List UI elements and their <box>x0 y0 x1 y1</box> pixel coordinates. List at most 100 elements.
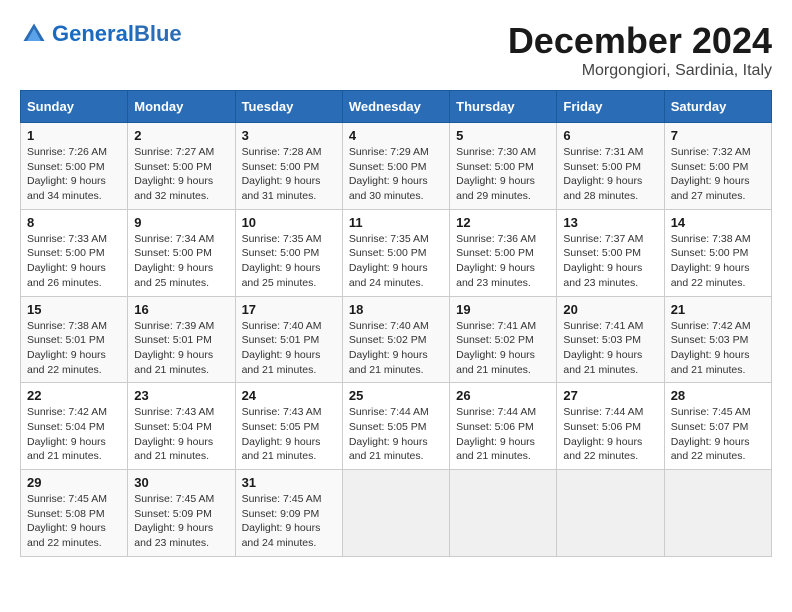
day-number: 3 <box>242 128 336 143</box>
page-header: GeneralBlue December 2024 Morgongiori, S… <box>20 20 772 80</box>
day-number: 30 <box>134 475 228 490</box>
day-number: 27 <box>563 388 657 403</box>
calendar-cell: 14Sunrise: 7:38 AMSunset: 5:00 PMDayligh… <box>664 209 771 296</box>
calendar-cell <box>450 470 557 557</box>
day-detail: Sunrise: 7:34 AMSunset: 5:00 PMDaylight:… <box>134 232 228 291</box>
day-detail: Sunrise: 7:32 AMSunset: 5:00 PMDaylight:… <box>671 145 765 204</box>
day-number: 14 <box>671 215 765 230</box>
calendar-cell: 8 Sunrise: 7:33 AMSunset: 5:00 PMDaylight… <box>21 209 128 296</box>
day-detail: Sunrise: 7:38 AMSunset: 5:01 PMDaylight:… <box>27 319 121 378</box>
day-number: 31 <box>242 475 336 490</box>
day-number: 16 <box>134 302 228 317</box>
logo-icon <box>20 20 48 48</box>
day-number: 15 <box>27 302 121 317</box>
calendar-cell: 3 Sunrise: 7:28 AMSunset: 5:00 PMDaylight… <box>235 123 342 210</box>
calendar-cell <box>342 470 449 557</box>
weekday-header: Tuesday <box>235 91 342 123</box>
day-number: 21 <box>671 302 765 317</box>
calendar-cell: 19 Sunrise: 7:41 AMSunset: 5:02 PMDayligh… <box>450 296 557 383</box>
calendar-week-row: 1Sunrise: 7:26 AMSunset: 5:00 PMDaylight… <box>21 123 772 210</box>
calendar-cell: 2 Sunrise: 7:27 AMSunset: 5:00 PMDaylight… <box>128 123 235 210</box>
calendar-cell: 21 Sunrise: 7:42 AMSunset: 5:03 PMDayligh… <box>664 296 771 383</box>
day-number: 20 <box>563 302 657 317</box>
calendar-header-row: SundayMondayTuesdayWednesdayThursdayFrid… <box>21 91 772 123</box>
day-detail: Sunrise: 7:30 AMSunset: 5:00 PMDaylight:… <box>456 145 550 204</box>
day-detail: Sunrise: 7:41 AMSunset: 5:02 PMDaylight:… <box>456 319 550 378</box>
day-number: 24 <box>242 388 336 403</box>
day-detail: Sunrise: 7:33 AMSunset: 5:00 PMDaylight:… <box>27 232 121 291</box>
day-detail: Sunrise: 7:42 AMSunset: 5:03 PMDaylight:… <box>671 319 765 378</box>
day-number: 17 <box>242 302 336 317</box>
day-detail: Sunrise: 7:31 AMSunset: 5:00 PMDaylight:… <box>563 145 657 204</box>
day-detail: Sunrise: 7:44 AMSunset: 5:06 PMDaylight:… <box>563 405 657 464</box>
day-detail: Sunrise: 7:29 AMSunset: 5:00 PMDaylight:… <box>349 145 443 204</box>
day-detail: Sunrise: 7:27 AMSunset: 5:00 PMDaylight:… <box>134 145 228 204</box>
calendar-cell: 29 Sunrise: 7:45 AMSunset: 5:08 PMDayligh… <box>21 470 128 557</box>
calendar-table: SundayMondayTuesdayWednesdayThursdayFrid… <box>20 90 772 557</box>
location-title: Morgongiori, Sardinia, Italy <box>508 62 772 80</box>
day-detail: Sunrise: 7:43 AMSunset: 5:05 PMDaylight:… <box>242 405 336 464</box>
calendar-cell: 18 Sunrise: 7:40 AMSunset: 5:02 PMDayligh… <box>342 296 449 383</box>
calendar-cell: 31 Sunrise: 7:45 AMSunset: 9:09 PMDayligh… <box>235 470 342 557</box>
day-detail: Sunrise: 7:40 AMSunset: 5:02 PMDaylight:… <box>349 319 443 378</box>
calendar-week-row: 15 Sunrise: 7:38 AMSunset: 5:01 PMDayligh… <box>21 296 772 383</box>
day-detail: Sunrise: 7:45 AMSunset: 5:07 PMDaylight:… <box>671 405 765 464</box>
month-title: December 2024 <box>508 20 772 62</box>
day-number: 12 <box>456 215 550 230</box>
calendar-cell: 16Sunrise: 7:39 AMSunset: 5:01 PMDayligh… <box>128 296 235 383</box>
day-number: 2 <box>134 128 228 143</box>
day-detail: Sunrise: 7:35 AMSunset: 5:00 PMDaylight:… <box>349 232 443 291</box>
day-detail: Sunrise: 7:45 AMSunset: 5:08 PMDaylight:… <box>27 492 121 551</box>
calendar-cell: 22 Sunrise: 7:42 AMSunset: 5:04 PMDayligh… <box>21 383 128 470</box>
day-number: 29 <box>27 475 121 490</box>
calendar-cell: 15 Sunrise: 7:38 AMSunset: 5:01 PMDayligh… <box>21 296 128 383</box>
calendar-cell: 9Sunrise: 7:34 AMSunset: 5:00 PMDaylight… <box>128 209 235 296</box>
day-number: 10 <box>242 215 336 230</box>
day-detail: Sunrise: 7:41 AMSunset: 5:03 PMDaylight:… <box>563 319 657 378</box>
calendar-cell: 13Sunrise: 7:37 AMSunset: 5:00 PMDayligh… <box>557 209 664 296</box>
day-detail: Sunrise: 7:43 AMSunset: 5:04 PMDaylight:… <box>134 405 228 464</box>
calendar-cell: 1Sunrise: 7:26 AMSunset: 5:00 PMDaylight… <box>21 123 128 210</box>
day-number: 6 <box>563 128 657 143</box>
weekday-header: Thursday <box>450 91 557 123</box>
day-detail: Sunrise: 7:45 AMSunset: 9:09 PMDaylight:… <box>242 492 336 551</box>
day-number: 4 <box>349 128 443 143</box>
calendar-cell: 17 Sunrise: 7:40 AMSunset: 5:01 PMDayligh… <box>235 296 342 383</box>
day-detail: Sunrise: 7:40 AMSunset: 5:01 PMDaylight:… <box>242 319 336 378</box>
day-detail: Sunrise: 7:37 AMSunset: 5:00 PMDaylight:… <box>563 232 657 291</box>
calendar-cell: 28Sunrise: 7:45 AMSunset: 5:07 PMDayligh… <box>664 383 771 470</box>
day-number: 22 <box>27 388 121 403</box>
day-detail: Sunrise: 7:35 AMSunset: 5:00 PMDaylight:… <box>242 232 336 291</box>
calendar-week-row: 22 Sunrise: 7:42 AMSunset: 5:04 PMDayligh… <box>21 383 772 470</box>
day-number: 19 <box>456 302 550 317</box>
day-number: 5 <box>456 128 550 143</box>
day-number: 25 <box>349 388 443 403</box>
calendar-cell: 5 Sunrise: 7:30 AMSunset: 5:00 PMDaylight… <box>450 123 557 210</box>
day-number: 18 <box>349 302 443 317</box>
day-detail: Sunrise: 7:45 AMSunset: 5:09 PMDaylight:… <box>134 492 228 551</box>
day-detail: Sunrise: 7:44 AMSunset: 5:06 PMDaylight:… <box>456 405 550 464</box>
calendar-cell: 6 Sunrise: 7:31 AMSunset: 5:00 PMDaylight… <box>557 123 664 210</box>
calendar-cell: 30 Sunrise: 7:45 AMSunset: 5:09 PMDayligh… <box>128 470 235 557</box>
day-number: 8 <box>27 215 121 230</box>
title-area: December 2024 Morgongiori, Sardinia, Ita… <box>508 20 772 80</box>
calendar-cell: 20 Sunrise: 7:41 AMSunset: 5:03 PMDayligh… <box>557 296 664 383</box>
weekday-header: Monday <box>128 91 235 123</box>
day-number: 11 <box>349 215 443 230</box>
calendar-cell <box>664 470 771 557</box>
weekday-header: Sunday <box>21 91 128 123</box>
day-detail: Sunrise: 7:28 AMSunset: 5:00 PMDaylight:… <box>242 145 336 204</box>
calendar-week-row: 29 Sunrise: 7:45 AMSunset: 5:08 PMDayligh… <box>21 470 772 557</box>
weekday-header: Friday <box>557 91 664 123</box>
calendar-cell: 12Sunrise: 7:36 AMSunset: 5:00 PMDayligh… <box>450 209 557 296</box>
day-detail: Sunrise: 7:42 AMSunset: 5:04 PMDaylight:… <box>27 405 121 464</box>
calendar-cell <box>557 470 664 557</box>
day-number: 23 <box>134 388 228 403</box>
weekday-header: Saturday <box>664 91 771 123</box>
logo: GeneralBlue <box>20 20 182 48</box>
calendar-cell: 4 Sunrise: 7:29 AMSunset: 5:00 PMDaylight… <box>342 123 449 210</box>
logo-general: General <box>52 21 134 46</box>
day-number: 7 <box>671 128 765 143</box>
calendar-cell: 11 Sunrise: 7:35 AMSunset: 5:00 PMDayligh… <box>342 209 449 296</box>
calendar-cell: 24 Sunrise: 7:43 AMSunset: 5:05 PMDayligh… <box>235 383 342 470</box>
